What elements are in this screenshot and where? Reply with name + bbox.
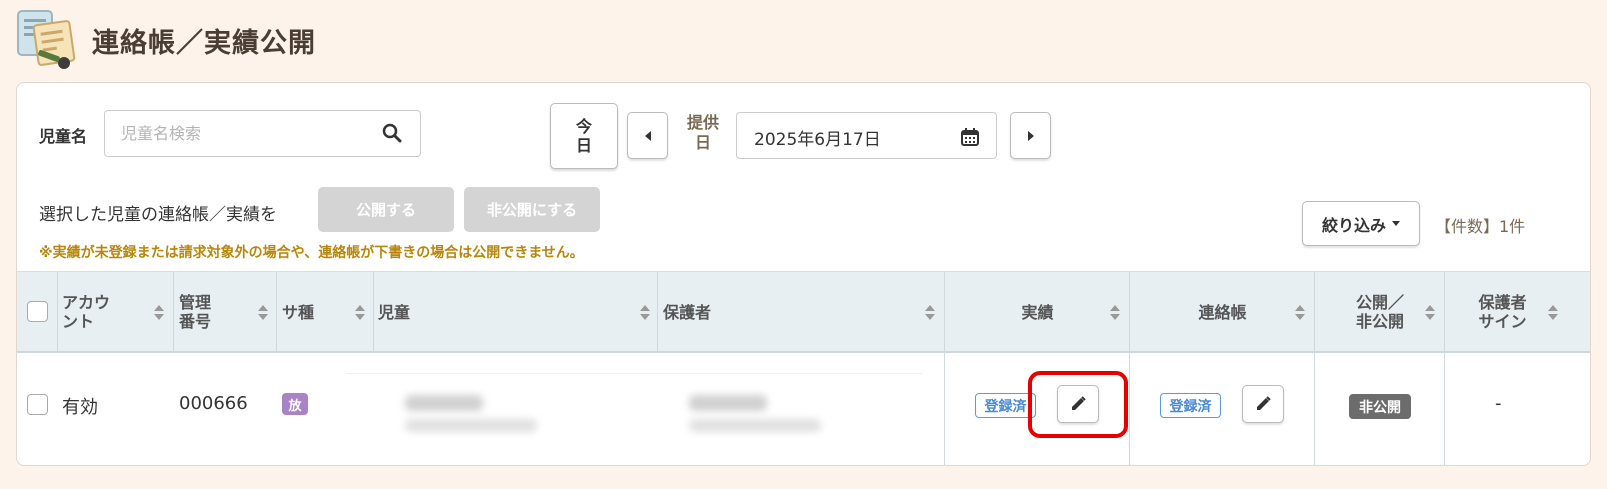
select-all-checkbox[interactable] <box>27 301 48 322</box>
filter-label: 絞り込み <box>1321 215 1386 235</box>
header-sign-line2: サイン <box>1478 312 1527 331</box>
cell-sign: - <box>1495 393 1502 414</box>
next-date-button[interactable] <box>1010 112 1051 159</box>
column-divider <box>373 271 374 353</box>
search-label: 児童名 <box>39 127 88 146</box>
header-sign-line1: 保護者 <box>1478 293 1527 312</box>
date-label-line2: 日 <box>694 133 711 152</box>
highlight-box <box>1028 371 1128 438</box>
sort-icon[interactable] <box>925 305 935 321</box>
date-value: 2025年6月17日 <box>754 130 881 150</box>
header-child-label: 児童 <box>378 302 411 322</box>
sort-icon[interactable] <box>1425 305 1435 321</box>
row-separator <box>347 373 922 374</box>
today-button[interactable]: 今 日 <box>550 103 618 169</box>
header-record-label: 実績 <box>1021 302 1054 322</box>
header-notebook-label: 連絡帳 <box>1198 302 1247 322</box>
header-public-line2: 非公開 <box>1355 312 1404 331</box>
header-account-line2: ント <box>62 312 95 331</box>
column-header-child[interactable]: 児童 <box>378 272 658 352</box>
notebook-status-badge: 登録済 <box>1160 393 1221 418</box>
header-public-line1: 公開／ <box>1355 293 1404 312</box>
header-id-line2: 番号 <box>179 312 212 331</box>
date-label: 提供 日 <box>683 113 723 153</box>
filter-dropdown-button[interactable]: 絞り込み <box>1302 201 1420 246</box>
sort-icon[interactable] <box>258 305 268 321</box>
notebook-logo-icon <box>16 9 78 71</box>
sort-icon[interactable] <box>1110 305 1120 321</box>
unpublish-button[interactable]: 非公開にする <box>464 187 600 232</box>
public-status-badge: 非公開 <box>1349 394 1411 419</box>
date-label-line1: 提供 <box>686 113 719 132</box>
column-divider <box>276 271 277 353</box>
cell-child-kana <box>405 419 537 432</box>
search-input[interactable] <box>105 111 365 156</box>
column-header-account[interactable]: アカウ ント <box>62 272 172 352</box>
header-id-line1: 管理 <box>179 293 212 312</box>
column-header-record[interactable]: 実績 <box>945 272 1130 352</box>
header-service-label: サ種 <box>282 302 315 322</box>
page-title: 連絡帳／実績公開 <box>92 27 316 59</box>
page-header: 連絡帳／実績公開 <box>16 8 316 72</box>
column-divider <box>173 271 174 353</box>
header-guardian-label: 保護者 <box>663 302 712 322</box>
chevron-left-icon <box>644 130 651 141</box>
column-header-service[interactable]: サ種 <box>282 272 377 352</box>
cell-id: 000666 <box>179 393 248 414</box>
column-divider <box>57 271 58 353</box>
publish-button[interactable]: 公開する <box>318 187 454 232</box>
bulk-prompt: 選択した児童の連絡帳／実績を <box>39 205 277 225</box>
sort-icon[interactable] <box>154 305 164 321</box>
result-count: 【件数】1件 <box>1435 217 1526 236</box>
column-header-public[interactable]: 公開／ 非公開 <box>1315 272 1445 352</box>
search-icon[interactable] <box>382 123 402 143</box>
cell-guardian-kana <box>689 419 821 432</box>
chevron-right-icon <box>1027 130 1034 141</box>
column-header-notebook[interactable]: 連絡帳 <box>1130 272 1315 352</box>
record-status-badge: 登録済 <box>975 393 1036 418</box>
cell-child-name <box>405 395 483 411</box>
prev-date-button[interactable] <box>627 112 668 159</box>
caret-down-icon <box>1392 221 1400 226</box>
edit-notebook-button[interactable] <box>1242 385 1284 423</box>
sort-icon[interactable] <box>355 305 365 321</box>
header-account-line1: アカウ <box>62 293 111 312</box>
search-box <box>104 110 421 157</box>
row-checkbox[interactable] <box>27 394 48 415</box>
publish-notice: ※実績が未登録または請求対象外の場合や、連絡帳が下書きの場合は公開できません。 <box>39 245 584 261</box>
column-divider <box>657 271 658 353</box>
column-header-sign[interactable]: 保護者 サイン <box>1445 272 1560 352</box>
column-header-guardian[interactable]: 保護者 <box>663 272 943 352</box>
main-card: 児童名 今 日 提供 日 2025年6月17日 選択した児童の連絡帳／ <box>16 82 1591 466</box>
date-picker-field[interactable]: 2025年6月17日 <box>736 112 997 159</box>
sort-icon[interactable] <box>1548 305 1558 321</box>
cell-service-badge: 放 <box>282 393 308 415</box>
column-header-id[interactable]: 管理 番号 <box>179 272 279 352</box>
calendar-icon[interactable] <box>960 127 980 147</box>
today-label-line1: 今 <box>575 117 592 136</box>
cell-guardian-name <box>689 395 767 411</box>
cell-account: 有効 <box>62 397 98 418</box>
sort-icon[interactable] <box>1295 305 1305 321</box>
pencil-icon <box>1257 396 1271 410</box>
sort-icon[interactable] <box>640 305 650 321</box>
today-label-line2: 日 <box>575 136 592 155</box>
table-header: アカウ ント 管理 番号 サ種 児童 保護者 実績 連絡帳 公開／ 非公開 保護… <box>17 271 1590 353</box>
